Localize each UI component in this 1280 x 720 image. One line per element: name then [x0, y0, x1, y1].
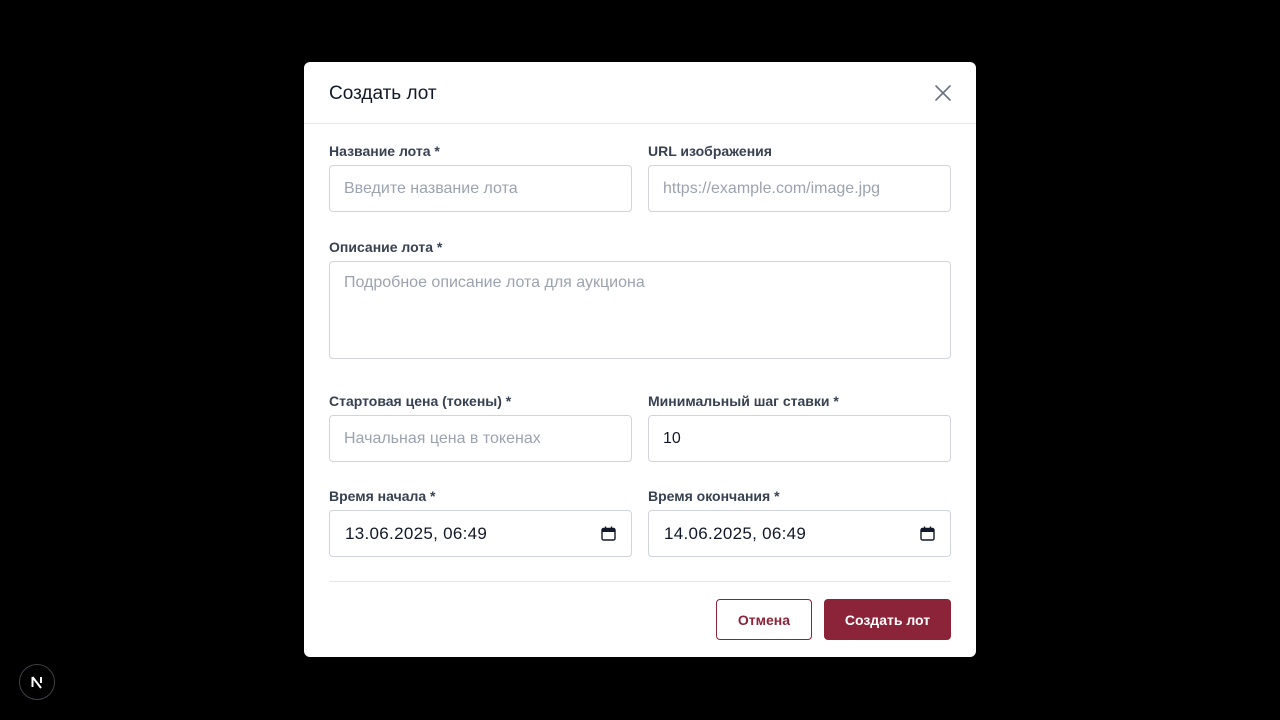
create-lot-dialog: Создать лот Название лота * URL изображе… [304, 62, 976, 657]
lot-name-input[interactable] [329, 165, 632, 212]
calendar-icon[interactable] [600, 526, 616, 542]
close-button[interactable] [932, 82, 954, 104]
dialog-header: Создать лот [304, 62, 976, 124]
footer-divider [329, 581, 951, 582]
dialog-title: Создать лот [329, 83, 437, 104]
min-bid-step-input[interactable] [648, 415, 951, 462]
min-bid-step-label: Минимальный шаг ставки * [648, 393, 839, 409]
lot-name-label: Название лота * [329, 143, 440, 159]
start-price-input[interactable] [329, 415, 632, 462]
end-time-value: 14.06.2025, 06:49 [664, 523, 807, 543]
start-price-label: Стартовая цена (токены) * [329, 393, 512, 409]
end-time-label: Время окончания * [648, 488, 780, 504]
start-time-input[interactable]: 13.06.2025, 06:49 [329, 510, 632, 557]
end-time-input[interactable]: 14.06.2025, 06:49 [648, 510, 951, 557]
image-url-label: URL изображения [648, 143, 772, 159]
cancel-button[interactable]: Отмена [716, 599, 812, 640]
start-time-value: 13.06.2025, 06:49 [345, 523, 488, 543]
image-url-input[interactable] [648, 165, 951, 212]
next-dev-indicator[interactable] [19, 664, 55, 700]
create-lot-button[interactable]: Создать лот [824, 599, 951, 640]
start-time-label: Время начала * [329, 488, 436, 504]
lot-description-label: Описание лота * [329, 239, 443, 255]
next-logo-icon [31, 676, 42, 689]
lot-description-textarea[interactable] [329, 261, 951, 359]
calendar-icon[interactable] [919, 526, 935, 542]
close-icon [935, 85, 951, 101]
